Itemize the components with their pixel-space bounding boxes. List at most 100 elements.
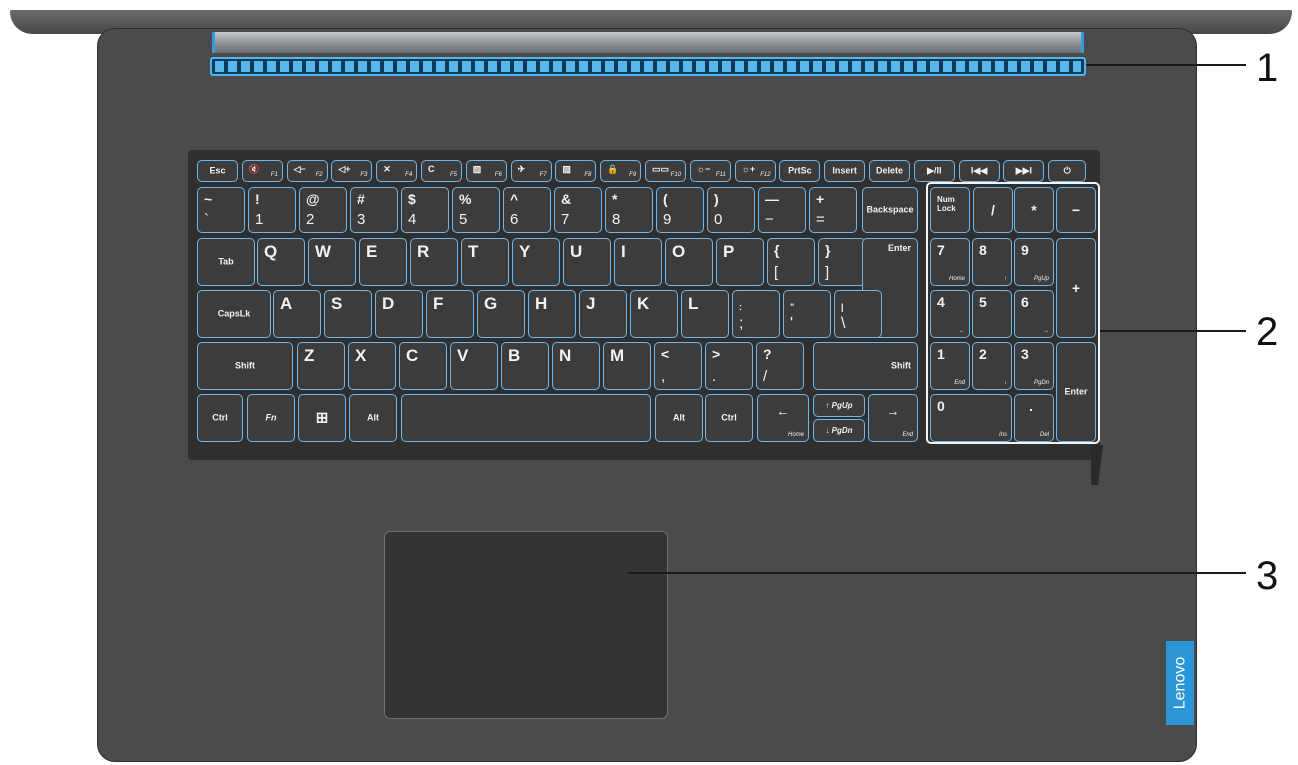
letter-key-m[interactable]: M [603,342,651,390]
touchpad[interactable] [384,531,668,719]
function-key-12[interactable]: ☼+ F12 [734,160,776,182]
punct-key-1[interactable]: " ' [783,290,831,338]
function-key-13[interactable]: PrtSc [779,160,821,182]
bottom-punct-key-2[interactable]: ? / [756,342,804,390]
key-lower-legend: − [765,211,774,228]
function-key-6[interactable]: ▧ F6 [465,160,507,182]
letter-key-t[interactable]: T [461,238,509,286]
fn-key-icon: ▧ [472,164,482,174]
bracket-key-1[interactable]: }] [818,238,866,286]
fn-key-sublabel: F10 [670,172,681,178]
key-lower-legend: / [763,368,768,385]
letter-key-z[interactable]: Z [297,342,345,390]
punct-key-0[interactable]: :; [732,290,780,338]
windows-icon: ⊞ [315,409,329,427]
left-shift-key[interactable]: Shift [197,342,293,390]
capslock-key[interactable]: CapsLk [197,290,271,338]
number-key-7[interactable]: & 7 [554,187,602,233]
letter-key-r[interactable]: R [410,238,458,286]
right-arrow-key[interactable]: → End [868,394,918,442]
number-key-1[interactable]: ! 1 [248,187,296,233]
number-key-3[interactable]: #3 [350,187,398,233]
function-key-3[interactable]: ◁+ F3 [331,160,373,182]
number-key-9[interactable]: (9 [656,187,704,233]
up-arrow-icon: ↑ PgUp [814,401,864,410]
letter-key-b[interactable]: B [501,342,549,390]
function-key-19[interactable]: ⏻ [1048,160,1087,182]
letter-key-l[interactable]: L [681,290,729,338]
function-key-2[interactable]: ◁− F2 [286,160,328,182]
key-legend: V [457,346,469,365]
letter-key-p[interactable]: P [716,238,764,286]
right-ctrl-key[interactable]: Ctrl [705,394,753,442]
fn-key[interactable]: Fn [247,394,295,442]
fn-key-label: Delete [875,165,903,176]
letter-key-u[interactable]: U [563,238,611,286]
right-alt-key[interactable]: Alt [655,394,703,442]
letter-key-g[interactable]: G [477,290,525,338]
letter-key-f[interactable]: F [426,290,474,338]
number-key-0[interactable]: ~ ` [197,187,245,233]
letter-key-e[interactable]: E [359,238,407,286]
function-key-10[interactable]: ▭▭ F10 [645,160,686,182]
letter-key-q[interactable]: Q [257,238,305,286]
function-key-18[interactable]: ▶▶I [1003,160,1045,182]
left-arrow-key[interactable]: ← Home [757,394,809,442]
number-key-10[interactable]: ) 0 [707,187,755,233]
letter-key-y[interactable]: Y [512,238,560,286]
punct-key-2[interactable]: | \ [834,290,882,338]
left-ctrl-key[interactable]: Ctrl [197,394,243,442]
letter-key-o[interactable]: O [665,238,713,286]
number-key-2[interactable]: @2 [299,187,347,233]
function-key-0[interactable]: Esc [197,160,238,182]
letter-key-a[interactable]: A [273,290,321,338]
speaker-grille [210,57,1086,76]
space-bar[interactable] [401,394,651,442]
key-label: Shift [891,360,911,371]
letter-key-j[interactable]: J [579,290,627,338]
number-key-12[interactable]: + = [809,187,857,233]
letter-key-v[interactable]: V [450,342,498,390]
function-key-9[interactable]: 🔒 F9 [600,160,642,182]
left-alt-key[interactable]: Alt [349,394,397,442]
function-key-5[interactable]: C F5 [421,160,462,182]
function-key-7[interactable]: ✈ F7 [510,160,552,182]
function-key-17[interactable]: I◀◀ [958,160,1000,182]
number-key-4[interactable]: $4 [401,187,449,233]
bottom-punct-key-1[interactable]: >. [705,342,753,390]
function-key-16[interactable]: ▶/II [913,160,955,182]
letter-key-s[interactable]: S [324,290,372,338]
function-key-14[interactable]: Insert [824,160,866,182]
letter-key-i[interactable]: I [614,238,662,286]
number-key-8[interactable]: * 8 [605,187,653,233]
number-key-6[interactable]: ^ 6 [503,187,551,233]
function-key-4[interactable]: ✕ F4 [376,160,418,182]
letter-key-h[interactable]: H [528,290,576,338]
function-key-1[interactable]: 🔇 F1 [241,160,283,182]
number-key-5[interactable]: % 5 [452,187,500,233]
letter-key-x[interactable]: X [348,342,396,390]
letter-key-c[interactable]: C [399,342,447,390]
function-key-15[interactable]: Delete [869,160,910,182]
number-key-11[interactable]: — − [758,187,806,233]
key-legend: G [484,294,498,313]
letter-key-k[interactable]: K [630,290,678,338]
key-legend: I [621,242,626,261]
key-upper-legend: ~ [204,191,213,207]
bracket-key-0[interactable]: {[ [767,238,815,286]
bottom-punct-key-0[interactable]: <, [654,342,702,390]
letter-key-n[interactable]: N [552,342,600,390]
letter-key-d[interactable]: D [375,290,423,338]
up-arrow-key[interactable]: ↑ PgUp [813,394,865,417]
windows-key[interactable]: ⊞ [298,394,346,442]
function-key-11[interactable]: ☼− F11 [689,160,731,182]
backspace-key[interactable]: Backspace [862,187,918,233]
key-lower-legend: ; [739,315,744,332]
fn-key-label: ▶▶I [1015,165,1033,176]
letter-key-w[interactable]: W [308,238,356,286]
speaker-holes [215,61,1081,72]
right-shift-key[interactable]: Shift [813,342,918,390]
tab-key[interactable]: Tab [197,238,255,286]
function-key-8[interactable]: ▨ F8 [555,160,597,182]
down-arrow-key[interactable]: ↓ PgDn [813,419,865,442]
